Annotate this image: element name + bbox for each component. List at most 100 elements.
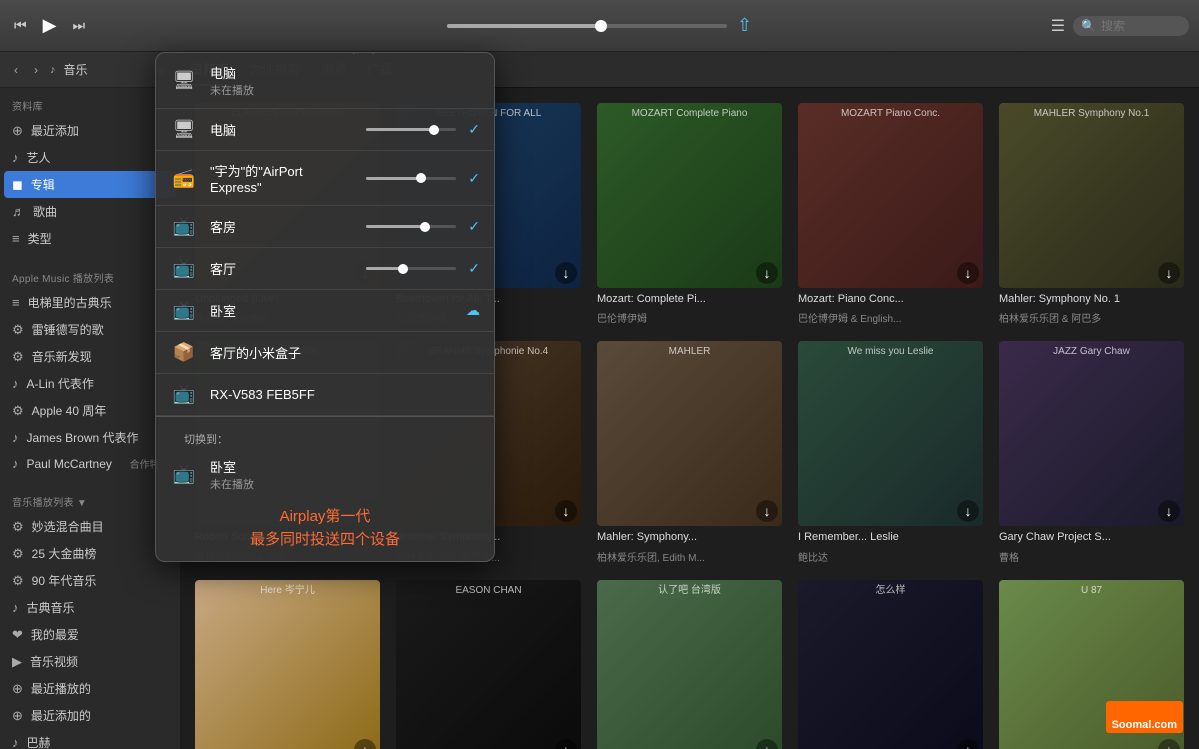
top-bar-right: ☰ 🔍 [989,16,1189,36]
device-slider-airport[interactable] [366,177,456,180]
airplay-annotation-text: Airplay第一代 最多同时投送四个设备 [170,506,480,551]
device-slider-living[interactable] [366,267,456,270]
device-slider-room[interactable] [366,225,456,228]
album-card[interactable]: JAZZ Gary Chaw↓Gary Chaw Project S...曹格 [999,341,1184,563]
album-card[interactable]: 认了吧 台湾版↓认了吧 (台湾版)陈奕迅 [597,580,782,749]
album-art-text: MAHLER [597,341,782,362]
album-art-a13: 认了吧 台湾版↓ [597,580,782,749]
sidebar-item-mix[interactable]: ⚙ 妙选混合曲目 [0,513,180,540]
album-art-text: MOZART Piano Conc. [798,103,983,124]
album-card[interactable]: MAHLER Symphony No.1↓ Mahler: Symphony No… [999,103,1184,325]
slider-thumb-airport [416,173,426,183]
sidebar-item-top25[interactable]: ⚙ 25 大金曲榜 [0,540,180,567]
sidebar-item-elevator[interactable]: ≡ 电梯里的古典乐 [0,289,180,316]
device-info-computer-active: 电脑 [210,120,354,139]
sidebar-item-label: 艺人 [27,149,51,166]
album-art-a8: MAHLER ↓ [597,341,782,526]
sidebar-item-thunder[interactable]: ⚙ 雷锤德写的歌 [0,316,180,343]
next-button[interactable]: ⏭ [68,13,89,38]
sidebar-item-genres[interactable]: ≡ 类型 [0,225,180,252]
sidebar-item-recent-added2[interactable]: ⊕ 最近添加的 [0,702,180,729]
genres-icon: ≡ [12,231,20,246]
airplay-button[interactable]: ⇧ [737,15,752,36]
prev-button[interactable]: ⏮ [10,13,31,38]
popup-device-computer-off: 🖥 电脑 未在播放 [156,53,494,109]
album-download-button[interactable]: ↓ [354,739,376,749]
slider-thumb-computer [429,125,439,135]
sidebar-item-artists[interactable]: ♪ 艺人 [0,144,180,171]
artists-icon: ♪ [12,150,19,165]
album-title: Mahler: Symphony No. 1 [999,292,1184,306]
popup-device-living: 📺 客厅 ✓ [156,248,494,290]
my-playlists-label[interactable]: 音乐播放列表 ▼ [0,484,180,513]
sidebar-item-label: 90 年代音乐 [32,572,97,589]
album-download-button[interactable]: ↓ [555,262,577,284]
device-name-rxv583: RX-V583 FEB5FF [210,387,480,402]
device-info-living: 客厅 [210,259,354,278]
sidebar-item-bach[interactable]: ♪ 巴赫 [0,729,180,749]
album-download-button[interactable]: ↓ [555,500,577,522]
jamesbrown-icon: ♪ [12,430,19,445]
recent-added-icon: ⊕ [12,123,23,139]
album-card[interactable]: MOZART Piano Conc.↓Mozart: Piano Conc...… [798,103,983,325]
album-artist: 柏林爱乐乐团 & 阿巴多 [999,310,1184,325]
switch-icon: 📺 [170,464,198,485]
sidebar-item-apple40[interactable]: ⚙ Apple 40 周年 [0,397,180,424]
sidebar-item-90s[interactable]: ⚙ 90 年代音乐 [0,567,180,594]
album-download-button[interactable]: ↓ [957,262,979,284]
album-download-button[interactable]: ↓ [756,500,778,522]
nav-row: ‹ › ♪ 音乐 ⊕ [0,52,180,88]
album-download-button[interactable]: ↓ [756,739,778,749]
album-art-a5: MAHLER Symphony No.1↓ [999,103,1184,288]
airplay-annotation: Airplay第一代 最多同时投送四个设备 [156,500,494,561]
album-download-button[interactable]: ↓ [1158,739,1180,749]
device-name-computer-off: 电脑 [210,63,480,82]
cloud-bedroom[interactable]: ☁ [466,302,480,319]
album-download-button[interactable]: ↓ [555,739,577,749]
sidebar-item-songs[interactable]: ♬ 歌曲 [0,198,180,225]
sidebar-item-jamesbrown[interactable]: ♪ James Brown 代表作 [0,424,180,451]
sidebar-item-recent-played[interactable]: ⊕ 最近播放的 [0,675,180,702]
album-download-button[interactable]: ↓ [957,739,979,749]
favorites-icon: ❤ [12,627,23,643]
list-button[interactable]: ☰ [1051,16,1065,36]
progress-track[interactable] [447,24,727,28]
device-name-xiaomi: 客厅的小米盒子 [210,343,480,362]
soomal-label: Soomal.com [1112,719,1177,731]
sidebar-item-discover[interactable]: ⚙ 音乐新发现 [0,343,180,370]
album-card[interactable]: MOZART Complete Piano↓Mozart: Complete P… [597,103,782,325]
device-info-bedroom: 卧室 [210,301,352,320]
back-button[interactable]: ‹ [10,61,22,79]
slider-fill-living [366,267,402,270]
sidebar-item-recent-added[interactable]: ⊕ 最近添加 [0,117,180,144]
album-card[interactable]: Here 岑宁儿↓Here岑宁儿 [195,580,380,749]
album-artist: 柏林爱乐乐团, Edith M... [597,549,782,564]
search-input[interactable] [1101,19,1181,33]
slider-fill-computer [366,128,434,131]
album-download-button[interactable]: ↓ [1158,500,1180,522]
album-art-text: 怎么样 [798,580,983,601]
sidebar-item-alin[interactable]: ♪ A-Lin 代表作 [0,370,180,397]
album-download-button[interactable]: ↓ [1158,262,1180,284]
device-slider-computer[interactable] [366,128,456,131]
switch-to-label: 切换到： [170,423,480,451]
popup-device-switch: 📺 卧室 未在播放 [170,451,480,498]
forward-button[interactable]: › [30,61,42,79]
sidebar-item-music-video[interactable]: ▶ 音乐视频 [0,648,180,675]
album-card[interactable]: We miss you Leslie↓I Remember... Leslie鲍… [798,341,983,563]
album-card[interactable]: MAHLER↓Mahler: Symphony...柏林爱乐乐团, Edith … [597,341,782,563]
music-icon: ♪ [50,64,56,76]
album-card[interactable]: 怎么样↓怎么样陈奕迅 [798,580,983,749]
play-button[interactable]: ▶ [39,11,61,40]
sidebar-item-mccartney[interactable]: ♪ Paul McCartney 合作特... [0,451,180,476]
sidebar-item-label: Apple 40 周年 [32,402,107,419]
album-download-button[interactable]: ↓ [756,262,778,284]
album-download-button[interactable]: ↓ [957,500,979,522]
sidebar-item-favorites[interactable]: ❤ 我的最爱 [0,621,180,648]
sidebar-item-label: 最近添加 [31,122,79,139]
album-art-a3: MOZART Complete Piano↓ [597,103,782,288]
sidebar-item-albums[interactable]: ◼ 专辑 [4,171,176,198]
sidebar-item-classical[interactable]: ♪ 古典音乐 [0,594,180,621]
progress-area: ⇧ [210,15,989,36]
album-card[interactable]: EASON CHAN↓陈奕迅 (广东精选)陈奕迅 [396,580,581,749]
